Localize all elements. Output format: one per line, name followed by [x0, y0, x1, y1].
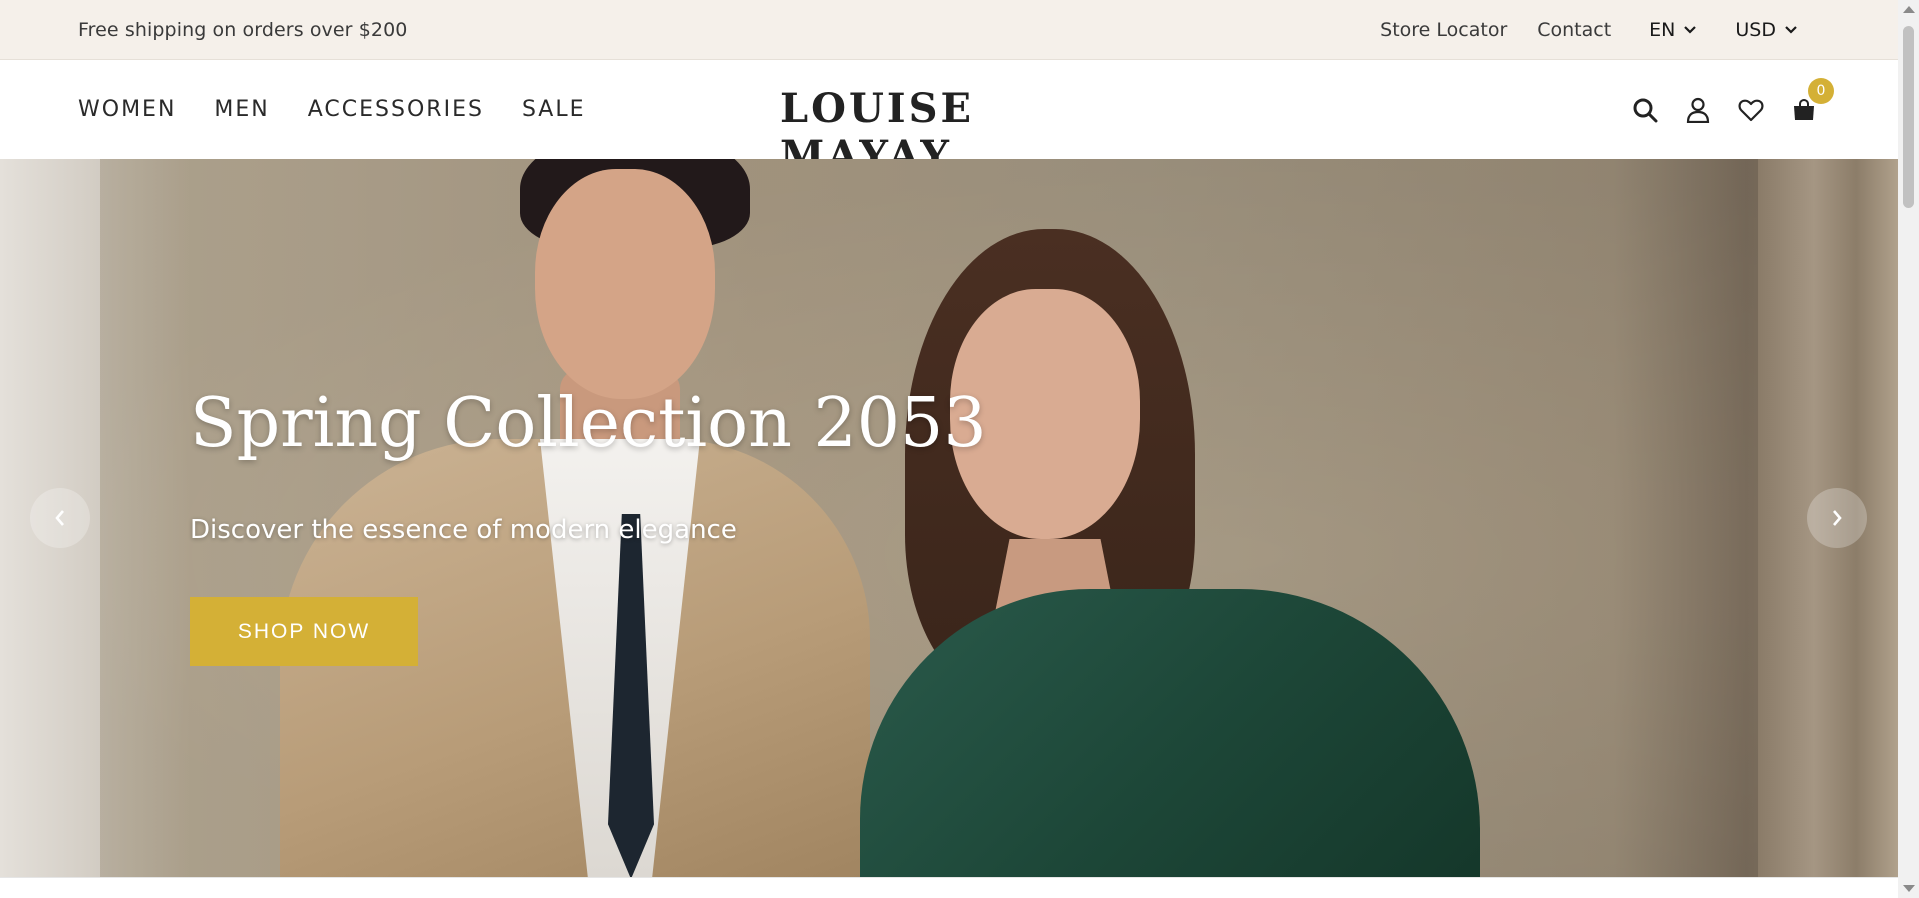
- chevron-down-icon: [1785, 26, 1797, 34]
- scroll-down-arrow[interactable]: [1903, 885, 1915, 892]
- user-icon: [1686, 97, 1710, 123]
- shop-now-button[interactable]: SHOP NOW: [190, 597, 418, 666]
- account-button[interactable]: [1680, 92, 1716, 128]
- wishlist-button[interactable]: [1733, 92, 1769, 128]
- cart-button[interactable]: 0: [1786, 77, 1834, 128]
- utility-links: Store Locator Contact EN USD: [1350, 0, 1798, 60]
- nav-item-accessories[interactable]: ACCESSORIES: [308, 97, 484, 122]
- language-value: EN: [1649, 19, 1676, 41]
- hero-banner: Spring Collection 2053 Discover the esse…: [0, 159, 1898, 877]
- hero-title: Spring Collection 2053: [190, 384, 987, 463]
- chevron-down-icon: [1684, 26, 1697, 34]
- carousel-prev-button[interactable]: [30, 488, 90, 548]
- scrollbar-thumb[interactable]: [1903, 26, 1914, 208]
- hero-subtitle: Discover the essence of modern elegance: [190, 515, 737, 545]
- language-selector[interactable]: EN: [1649, 19, 1697, 41]
- chevron-left-icon: [55, 510, 64, 526]
- main-navbar: WOMEN MEN ACCESSORIES SALE LOUISE MAYAY …: [0, 60, 1898, 179]
- promo-text: Free shipping on orders over $200: [78, 19, 408, 41]
- nav-item-women[interactable]: WOMEN: [78, 97, 176, 122]
- search-button[interactable]: [1627, 92, 1663, 128]
- page-bottom-edge: [0, 877, 1898, 898]
- carousel-next-button[interactable]: [1807, 488, 1867, 548]
- main-menu: WOMEN MEN ACCESSORIES SALE: [78, 60, 624, 159]
- currency-value: USD: [1735, 19, 1776, 41]
- announcement-bar: Free shipping on orders over $200 Store …: [0, 0, 1898, 60]
- chevron-right-icon: [1833, 510, 1842, 526]
- store-locator-link[interactable]: Store Locator: [1380, 19, 1507, 41]
- scroll-up-arrow[interactable]: [1903, 6, 1915, 13]
- contact-link[interactable]: Contact: [1537, 19, 1611, 41]
- search-icon: [1633, 98, 1658, 122]
- header-icons: 0: [1610, 60, 1834, 159]
- vertical-scrollbar[interactable]: [1898, 0, 1919, 898]
- currency-selector[interactable]: USD: [1735, 19, 1798, 41]
- nav-item-sale[interactable]: SALE: [522, 97, 586, 122]
- heart-icon: [1738, 99, 1764, 121]
- nav-item-men[interactable]: MEN: [214, 97, 269, 122]
- cart-count-badge: 0: [1808, 77, 1834, 104]
